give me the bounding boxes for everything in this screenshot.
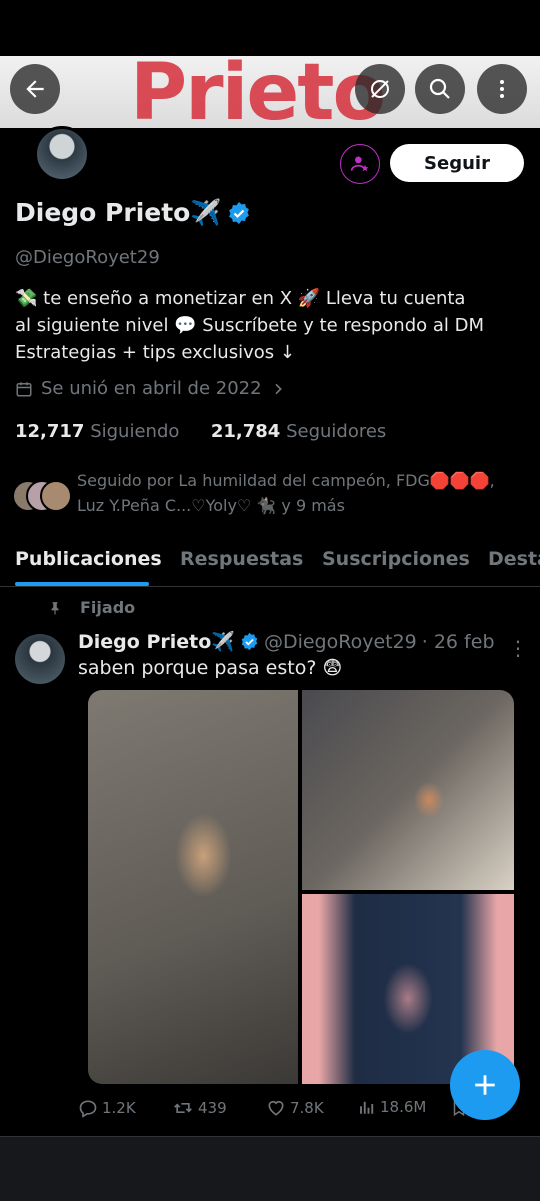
- post-more-icon[interactable]: ⋮: [508, 636, 528, 660]
- reply-count: 1.2K: [102, 1099, 136, 1117]
- bio-line: 💸 te enseño a monetizar en X 🚀 Lleva tu …: [15, 288, 466, 309]
- post-author-avatar[interactable]: [15, 634, 65, 684]
- following-count: 12,717: [15, 421, 85, 442]
- tab-destacados[interactable]: Desta: [488, 548, 540, 570]
- subscribe-icon-button[interactable]: [340, 144, 380, 184]
- arrow-left-icon: [26, 80, 44, 98]
- grok-icon: [371, 80, 389, 98]
- tab-respuestas[interactable]: Respuestas: [180, 548, 303, 570]
- verified-badge-icon: [241, 632, 258, 651]
- active-tab-indicator: [15, 582, 149, 586]
- plus-icon: [475, 1075, 495, 1095]
- bio-line: al siguiente nivel 💬 Suscríbete y te res…: [15, 315, 484, 336]
- grok-button[interactable]: [355, 64, 405, 114]
- heart-icon: [268, 1100, 284, 1116]
- tab-publicaciones[interactable]: Publicaciones: [15, 548, 162, 570]
- like-count: 7.8K: [290, 1099, 324, 1117]
- post-image[interactable]: [302, 690, 514, 890]
- views-button[interactable]: 18.6M: [358, 1098, 426, 1116]
- profile-tabs: Publicaciones Respuestas Suscripciones D…: [0, 540, 540, 587]
- profile-name: Diego Prieto✈️: [15, 198, 222, 227]
- follow-button[interactable]: Seguir: [390, 144, 524, 182]
- verified-badge-icon[interactable]: [227, 201, 251, 225]
- profile-handle: @DiegoRoyet29: [15, 247, 160, 268]
- view-count: 18.6M: [380, 1098, 427, 1116]
- following-link[interactable]: 12,717 Siguiendo: [15, 421, 179, 442]
- followed-by[interactable]: Seguido por La humildad del campeón, FDG…: [12, 468, 532, 520]
- profile-bio: 💸 te enseño a monetizar en X 🚀 Lleva tu …: [15, 285, 525, 366]
- repost-count: 439: [198, 1099, 227, 1117]
- chevron-right-icon: [275, 383, 282, 394]
- back-button[interactable]: [10, 64, 60, 114]
- joined-date-row[interactable]: Se unió en abril de 2022: [15, 378, 286, 399]
- reply-icon: [79, 1100, 97, 1118]
- profile-name-row: Diego Prieto✈️: [15, 198, 251, 228]
- pinned-label-row: Fijado: [48, 598, 135, 617]
- post-text: saben porque pasa esto? 😨: [78, 657, 343, 679]
- pinned-label: Fijado: [80, 598, 136, 617]
- post-date: · 26 feb: [421, 630, 495, 653]
- bio-line: Estrategias + tips exclusivos ↓: [15, 342, 295, 363]
- post-actions: 1.2K 439 7.8K 18.6M: [78, 1098, 518, 1124]
- more-vertical-icon: [500, 80, 504, 98]
- status-bar: [0, 0, 540, 56]
- post-media-grid[interactable]: [88, 690, 514, 1084]
- post-author-name[interactable]: Diego Prieto✈️: [78, 630, 235, 653]
- like-button[interactable]: 7.8K: [266, 1098, 324, 1118]
- post-header: Diego Prieto✈️ @DiegoRoyet29 · 26 feb: [78, 630, 495, 654]
- pin-icon: [51, 601, 59, 615]
- post-author-handle[interactable]: @DiegoRoyet29: [264, 631, 417, 653]
- follower-avatar: [40, 480, 72, 512]
- followed-by-line: Luz Y.Peña C...♡Yoly♡ 🐈‍⬛ y 9 más: [77, 496, 345, 515]
- followers-link[interactable]: 21,784 Seguidores: [211, 421, 386, 442]
- repost-icon: [174, 1103, 192, 1113]
- followed-by-line: Seguido por La humildad del campeón, FDG…: [77, 471, 495, 490]
- followers-count: 21,784: [210, 421, 281, 442]
- followed-by-text: Seguido por La humildad del campeón, FDG…: [77, 468, 532, 518]
- follow-stats: 12,717 Siguiendo 21,784 Seguidores: [15, 421, 386, 442]
- person-star-icon: [350, 156, 369, 172]
- tab-suscripciones[interactable]: Suscripciones: [322, 548, 470, 570]
- search-icon: [429, 78, 450, 99]
- banner-text: Prieto: [130, 56, 386, 128]
- more-options-button[interactable]: [477, 64, 527, 114]
- joined-date: Se unió en abril de 2022: [41, 378, 262, 399]
- repost-button[interactable]: 439: [172, 1098, 227, 1118]
- views-chart-icon: [360, 1101, 374, 1114]
- followers-label: Seguidores: [286, 421, 387, 442]
- following-label: Siguiendo: [90, 421, 180, 442]
- reply-button[interactable]: 1.2K: [78, 1098, 136, 1118]
- post-image[interactable]: [88, 690, 298, 1084]
- compose-post-button[interactable]: [450, 1050, 520, 1120]
- calendar-icon: [16, 381, 32, 396]
- profile-avatar[interactable]: [34, 126, 90, 182]
- bottom-navigation-bar: [0, 1136, 540, 1201]
- search-button[interactable]: [415, 64, 465, 114]
